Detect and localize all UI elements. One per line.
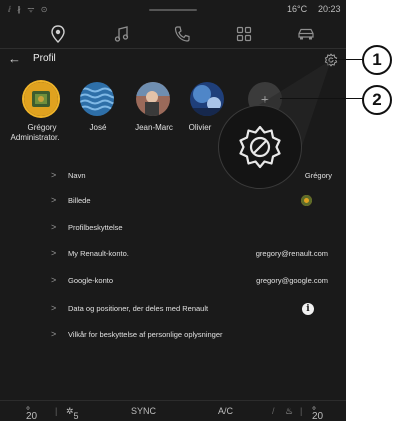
divider: | xyxy=(55,406,58,416)
fan-speed[interactable]: ✲ 5 xyxy=(66,406,79,421)
chevron-right-icon: > xyxy=(51,248,57,258)
setting-picture[interactable]: > Billede xyxy=(0,191,346,211)
setting-google-account[interactable]: > Google-konto gregory@google.com xyxy=(0,271,346,291)
temp-right[interactable]: 20 ° xyxy=(312,406,323,421)
chevron-right-icon: > xyxy=(51,222,57,232)
setting-data-sharing[interactable]: > Data og positioner, der deles med Rena… xyxy=(0,299,346,319)
sync-button[interactable]: SYNC xyxy=(131,406,156,416)
chevron-right-icon: > xyxy=(51,195,57,205)
callout-line-2 xyxy=(280,98,364,99)
chevron-right-icon: > xyxy=(51,170,57,180)
divider: | xyxy=(300,406,303,416)
info-icon[interactable]: i xyxy=(302,303,314,315)
profile-thumbnail xyxy=(301,195,312,206)
chevron-right-icon: > xyxy=(51,275,57,285)
setting-renault-account[interactable]: > My Renault-konto. gregory@renault.com xyxy=(0,244,346,264)
multimedia-screen: ⅈ ∦ ᯤ ⊙ 16°C 20:23 ← Profil Grégory Admi… xyxy=(0,0,346,421)
divider: / xyxy=(272,406,275,416)
chevron-right-icon: > xyxy=(51,303,57,313)
chevron-right-icon: > xyxy=(51,329,57,339)
callout-2: 2 xyxy=(362,85,392,115)
callout-line-1 xyxy=(332,59,364,60)
callout-1: 1 xyxy=(362,45,392,75)
setting-privacy-terms[interactable]: > Vilkår for beskyttelse af personlige o… xyxy=(0,325,346,345)
setting-name[interactable]: > Navn Grégory xyxy=(0,166,346,186)
climate-bar: 20 ° | ✲ 5 SYNC A/C / ♨ | 20 ° xyxy=(0,400,346,421)
temp-left[interactable]: 20 ° xyxy=(26,406,37,421)
setting-profile-protection[interactable]: > Profilbeskyttelse xyxy=(0,218,346,238)
ac-button[interactable]: A/C xyxy=(218,406,233,416)
seat-heat-icon[interactable]: ♨ xyxy=(285,406,293,417)
